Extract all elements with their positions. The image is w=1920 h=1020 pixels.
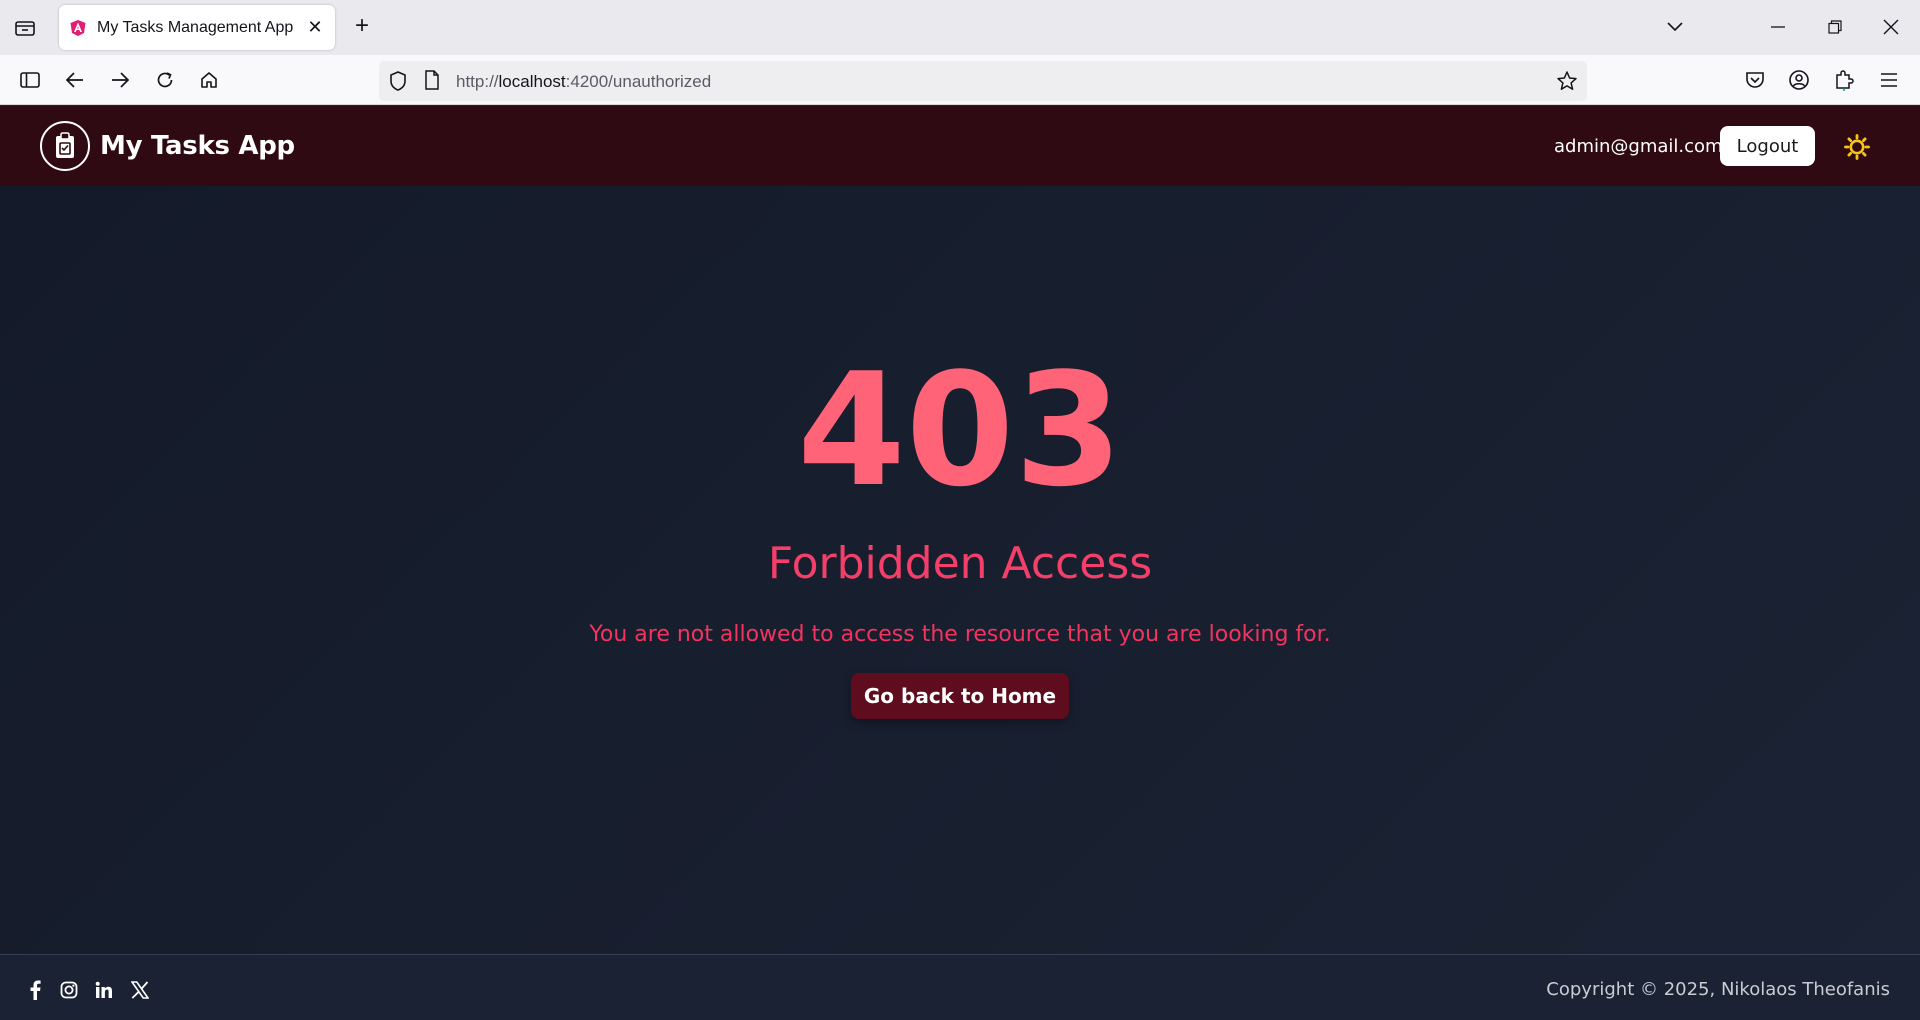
instagram-icon[interactable]	[58, 979, 80, 1001]
bookmark-star-icon[interactable]	[1556, 70, 1578, 97]
user-email: admin@gmail.com	[1554, 136, 1723, 157]
menu-hamburger-icon[interactable]	[1876, 67, 1902, 93]
restore-icon[interactable]	[1822, 14, 1848, 40]
tab-title: My Tasks Management App	[97, 18, 294, 36]
extensions-icon[interactable]	[1831, 67, 1857, 93]
clipboard-logo-icon[interactable]	[40, 121, 90, 171]
x-icon[interactable]	[129, 979, 151, 1001]
url-scheme: http://	[456, 72, 499, 91]
tab-overflow-chevron-icon[interactable]	[1662, 14, 1688, 40]
sidebar-toggle-icon[interactable]	[17, 67, 43, 93]
page-info-icon[interactable]	[424, 70, 440, 95]
address-bar[interactable]: http://localhost:4200/unauthorized	[379, 61, 1587, 101]
back-icon[interactable]	[62, 67, 88, 93]
tab-list-icon[interactable]	[12, 16, 38, 40]
logout-button[interactable]: Logout	[1720, 126, 1815, 166]
app-header: My Tasks App admin@gmail.com Logout	[0, 106, 1920, 186]
minimize-icon[interactable]	[1765, 14, 1791, 40]
new-tab-button[interactable]: +	[350, 12, 374, 39]
reload-icon[interactable]	[152, 67, 178, 93]
error-message: You are not allowed to access the resour…	[589, 622, 1331, 647]
account-icon[interactable]	[1786, 67, 1812, 93]
error-code: 403	[797, 339, 1123, 521]
error-page: 403 Forbidden Access You are not allowed…	[0, 186, 1920, 954]
browser-tab-active[interactable]: My Tasks Management App ✕	[59, 5, 335, 50]
browser-toolbar: http://localhost:4200/unauthorized	[0, 55, 1920, 105]
url-path: :4200/unauthorized	[565, 72, 712, 91]
copyright-text: Copyright © 2025, Nikolaos Theofanis	[1546, 979, 1890, 1000]
browser-tab-bar: My Tasks Management App ✕ +	[0, 0, 1920, 55]
close-window-icon[interactable]	[1878, 14, 1904, 40]
url-host: localhost	[498, 72, 566, 91]
forward-icon[interactable]	[107, 67, 133, 93]
pocket-icon[interactable]	[1742, 67, 1768, 93]
close-tab-icon[interactable]: ✕	[305, 17, 325, 38]
app-footer: Copyright © 2025, Nikolaos Theofanis	[0, 954, 1920, 1020]
home-icon[interactable]	[196, 67, 222, 93]
app-brand-name[interactable]: My Tasks App	[100, 131, 295, 161]
go-home-button[interactable]: Go back to Home	[851, 673, 1069, 719]
sun-theme-toggle-icon[interactable]	[1844, 134, 1870, 160]
url-text: http://localhost:4200/unauthorized	[456, 72, 711, 92]
linkedin-icon[interactable]	[93, 979, 115, 1001]
facebook-icon[interactable]	[24, 979, 46, 1001]
tracking-protection-shield-icon[interactable]	[388, 70, 408, 97]
error-title: Forbidden Access	[767, 538, 1153, 589]
angular-favicon-icon	[69, 19, 87, 37]
